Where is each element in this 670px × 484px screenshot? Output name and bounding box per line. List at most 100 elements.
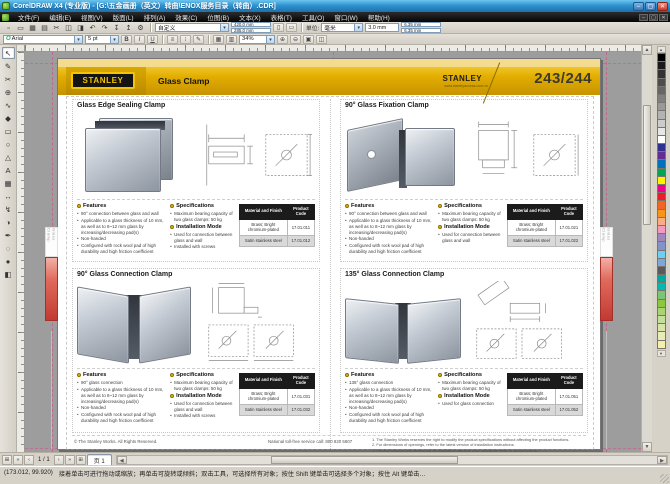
pick-tool-icon[interactable]: ↖: [2, 47, 15, 59]
menu-item[interactable]: 窗口(W): [329, 12, 362, 22]
smart-fill-tool-icon[interactable]: ◆: [2, 112, 15, 124]
menu-item[interactable]: 排列(A): [139, 12, 171, 22]
last-page-button[interactable]: »: [65, 455, 75, 465]
open-icon[interactable]: ▭: [15, 23, 26, 33]
rectangle-tool-icon[interactable]: ▭: [2, 125, 15, 137]
code-cell: 17.01.011: [287, 219, 314, 235]
zoom-out-icon[interactable]: ⊖: [290, 35, 301, 44]
connector-tool-icon[interactable]: ↯: [2, 203, 15, 215]
font-combo[interactable]: O Arial ▾: [3, 35, 83, 44]
landscape-button[interactable]: ▭: [286, 23, 297, 32]
menu-item[interactable]: 帮助(H): [363, 12, 395, 22]
resize-grip[interactable]: [660, 474, 669, 483]
vertical-scroll-thumb[interactable]: [643, 105, 651, 225]
menu-bar: 文件(F)编辑(E)视图(V)版面(L)排列(A)效果(C)位图(B)文本(X)…: [0, 12, 670, 22]
text-tool-icon[interactable]: A: [2, 164, 15, 176]
application-launcher-icon[interactable]: ⚙: [135, 23, 146, 33]
new-document-icon[interactable]: ▫: [3, 23, 14, 33]
edit-text-icon[interactable]: ✎: [193, 35, 204, 44]
interactive-fill-tool-icon[interactable]: ◧: [2, 268, 15, 280]
zoom-to-width-icon[interactable]: ◫: [316, 35, 327, 44]
document-page[interactable]: STANLEY Glass Clamp STANLEY www.stanleya…: [57, 58, 601, 450]
eyedropper-tool-icon[interactable]: ✒: [2, 229, 15, 241]
nudge-field[interactable]: 3.0 mm: [365, 23, 399, 32]
horizontal-scrollbar[interactable]: ◀ ▶: [116, 455, 668, 465]
scroll-left-icon[interactable]: ◀: [117, 456, 127, 464]
vertical-ruler[interactable]: [17, 52, 25, 452]
ruler-origin[interactable]: [17, 45, 25, 52]
features-heading: Features: [83, 372, 106, 378]
paper-preset-combo[interactable]: 自定义 ▾: [155, 23, 229, 32]
menu-item[interactable]: 效果(C): [170, 12, 202, 22]
dimension-tool-icon[interactable]: ↔: [2, 190, 15, 202]
portrait-button[interactable]: ▯: [273, 23, 284, 32]
menu-item[interactable]: 表格(T): [266, 12, 297, 22]
italic-button[interactable]: I: [134, 35, 145, 44]
shape-tool-icon[interactable]: ✎: [2, 60, 15, 72]
previous-page-button[interactable]: ‹: [24, 455, 34, 465]
duplicate-x-field[interactable]: 6.35 mm: [401, 22, 441, 27]
material-cell: Satin stainless steel: [240, 235, 288, 246]
horizontal-scroll-thumb[interactable]: [271, 456, 458, 464]
bullet-list-icon[interactable]: ⁝: [180, 35, 191, 44]
vertical-scrollbar[interactable]: ▲ ▼: [641, 45, 652, 452]
menu-item[interactable]: 编辑(E): [44, 12, 76, 22]
paste-icon[interactable]: ◨: [75, 23, 86, 33]
align-left-icon[interactable]: ≡: [167, 35, 178, 44]
cut-icon[interactable]: ✂: [51, 23, 62, 33]
horizontal-ruler[interactable]: [25, 45, 641, 52]
doc-minimize-button[interactable]: –: [639, 14, 648, 21]
zoom-to-page-icon[interactable]: ▣: [303, 35, 314, 44]
paper-height-field[interactable]: 285.0 mm: [231, 28, 271, 33]
scroll-right-icon[interactable]: ▶: [657, 456, 667, 464]
add-page-button[interactable]: ⊞: [76, 455, 86, 465]
menu-item[interactable]: 位图(B): [202, 12, 234, 22]
zoom-in-icon[interactable]: ⊕: [277, 35, 288, 44]
underline-button[interactable]: U: [147, 35, 158, 44]
palette-scroll-up-icon[interactable]: ▴: [657, 46, 666, 53]
close-button[interactable]: ✕: [657, 2, 668, 11]
print-icon[interactable]: ▤: [39, 23, 50, 33]
crop-tool-icon[interactable]: ✂: [2, 73, 15, 85]
add-page-button[interactable]: ⊞: [2, 455, 12, 465]
polygon-tool-icon[interactable]: △: [2, 151, 15, 163]
import-icon[interactable]: ↧: [111, 23, 122, 33]
copy-icon[interactable]: ◫: [63, 23, 74, 33]
palette-swatch[interactable]: [657, 340, 666, 349]
doc-restore-button[interactable]: ▢: [649, 14, 658, 21]
first-page-button[interactable]: «: [13, 455, 23, 465]
menu-item[interactable]: 文本(X): [234, 12, 266, 22]
blend-tool-icon[interactable]: ◑: [2, 216, 15, 228]
menu-item[interactable]: 版面(L): [108, 12, 139, 22]
ellipse-tool-icon[interactable]: ○: [2, 138, 15, 150]
next-page-button[interactable]: ›: [54, 455, 64, 465]
paper-width-field[interactable]: 420.0 mm: [231, 22, 271, 27]
menu-item[interactable]: 工具(O): [297, 12, 329, 22]
save-icon[interactable]: ▦: [27, 23, 38, 33]
menu-item[interactable]: 视图(V): [76, 12, 108, 22]
export-icon[interactable]: ↥: [123, 23, 134, 33]
bold-button[interactable]: B: [121, 35, 132, 44]
scroll-down-icon[interactable]: ▼: [642, 442, 652, 452]
redo-icon[interactable]: ↷: [99, 23, 110, 33]
font-size-combo[interactable]: 5 pt ▾: [85, 35, 119, 44]
zoom-level-combo[interactable]: 34% ▾: [239, 35, 275, 44]
minimize-button[interactable]: –: [633, 2, 644, 11]
grid-view-icon[interactable]: ▦: [213, 35, 224, 44]
duplicate-y-field[interactable]: 6.35 mm: [401, 28, 441, 33]
table-tool-icon[interactable]: ▦: [2, 177, 15, 189]
maximize-button[interactable]: ▢: [645, 2, 656, 11]
palette-scroll-down-icon[interactable]: ▾: [657, 350, 666, 357]
scroll-up-icon[interactable]: ▲: [642, 45, 652, 55]
outline-pen-tool-icon[interactable]: ◌: [2, 242, 15, 254]
page-tab[interactable]: 页 1: [87, 454, 112, 465]
fill-tool-icon[interactable]: ●: [2, 255, 15, 267]
zoom-tool-icon[interactable]: ⊕: [2, 86, 15, 98]
units-combo[interactable]: 毫米 ▾: [321, 23, 363, 32]
page-view-icon[interactable]: ▥: [226, 35, 237, 44]
undo-icon[interactable]: ↶: [87, 23, 98, 33]
menu-item[interactable]: 文件(F): [13, 12, 44, 22]
doc-close-button[interactable]: ✕: [659, 14, 668, 21]
freehand-tool-icon[interactable]: ∿: [2, 99, 15, 111]
drawing-canvas[interactable]: STANLEY Glass Clamp STANLEY www.stanleya…: [25, 52, 641, 452]
